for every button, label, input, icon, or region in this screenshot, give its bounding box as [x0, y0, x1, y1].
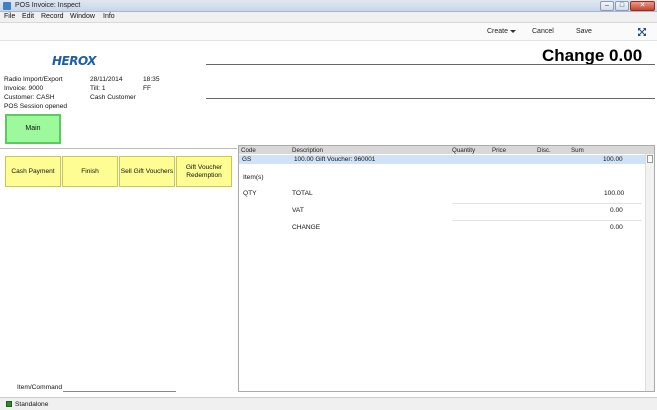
- finish-button[interactable]: Finish: [62, 156, 118, 187]
- header-divider: [206, 64, 655, 65]
- save-button[interactable]: Save: [576, 28, 592, 35]
- total-value: 100.00: [604, 190, 625, 197]
- till-code: FF: [143, 85, 152, 92]
- left-divider: [0, 148, 237, 149]
- header-divider-lower: [206, 98, 655, 99]
- col-disc[interactable]: Disc.: [537, 147, 551, 154]
- customer-code: Customer: CASH: [4, 94, 55, 101]
- col-description[interactable]: Description: [292, 147, 323, 154]
- row-code: GS: [242, 156, 252, 163]
- maximize-button[interactable]: □: [615, 1, 629, 11]
- status-indicator-icon: [6, 401, 12, 407]
- cancel-button[interactable]: Cancel: [532, 28, 554, 35]
- menu-bar: File Edit Record Window Info: [0, 12, 657, 23]
- menu-file[interactable]: File: [4, 13, 15, 20]
- scrollbar-thumb[interactable]: [647, 155, 653, 163]
- company-name: Radio Import/Export: [4, 76, 63, 83]
- company-logo: HEROX: [52, 55, 97, 68]
- vat-label: VAT: [292, 207, 304, 214]
- create-button[interactable]: Create: [487, 28, 517, 35]
- change-label: CHANGE: [292, 224, 321, 231]
- grid-header: Code Description Quantity Price Disc. Su…: [239, 146, 654, 154]
- toolbar: Create Cancel Save: [0, 23, 657, 41]
- grid-scrollbar[interactable]: [645, 154, 654, 391]
- invoice-items-grid: Code Description Quantity Price Disc. Su…: [238, 145, 655, 392]
- status-text: Standalone: [15, 401, 49, 408]
- minimize-button[interactable]: –: [600, 1, 614, 11]
- invoice-number: Invoice: 9000: [4, 85, 44, 92]
- menu-record[interactable]: Record: [41, 13, 64, 20]
- gift-voucher-redemption-button[interactable]: Gift Voucher Redemption: [176, 156, 232, 187]
- main-button[interactable]: Main: [5, 114, 61, 144]
- chevron-down-icon: [510, 29, 517, 33]
- table-row[interactable]: GS 100.00 Gift Voucher: 960001 100.00: [239, 155, 645, 164]
- col-sum[interactable]: Sum: [571, 147, 584, 154]
- close-button[interactable]: ✕: [630, 1, 655, 11]
- menu-window[interactable]: Window: [70, 13, 95, 20]
- qty-label: QTY: [243, 190, 257, 197]
- sell-gift-vouchers-button[interactable]: Sell Gift Vouchers: [119, 156, 175, 187]
- menu-edit[interactable]: Edit: [22, 13, 34, 20]
- summary-divider: [452, 220, 642, 221]
- invoice-date: 28/11/2014: [90, 76, 123, 83]
- customer-name: Cash Customer: [90, 94, 136, 101]
- col-quantity[interactable]: Quantity: [452, 147, 475, 154]
- row-sum: 100.00: [603, 156, 623, 163]
- change-display: Change 0.00: [542, 46, 643, 65]
- col-price[interactable]: Price: [492, 147, 506, 154]
- row-description: 100.00 Gift Voucher: 960001: [294, 156, 376, 163]
- change-value: 0.00: [610, 224, 623, 231]
- total-label: TOTAL: [292, 190, 313, 197]
- command-input[interactable]: [63, 383, 176, 392]
- vat-value: 0.00: [610, 207, 623, 214]
- menu-info[interactable]: Info: [103, 13, 115, 20]
- invoice-time: 18:35: [143, 76, 160, 83]
- summary-divider: [452, 203, 642, 204]
- title-bar: POS Invoice: Inspect – □ ✕: [0, 0, 657, 12]
- app-icon: [3, 2, 11, 10]
- till-number: Till: 1: [90, 85, 106, 92]
- create-label: Create: [487, 28, 509, 35]
- cash-payment-button[interactable]: Cash Payment: [5, 156, 61, 187]
- col-code[interactable]: Code: [241, 147, 256, 154]
- status-bar: Standalone: [0, 397, 657, 410]
- session-status: POS Session opened: [4, 103, 68, 110]
- window-title: POS Invoice: Inspect: [15, 2, 81, 9]
- command-label: Item/Command: [17, 384, 63, 391]
- items-label: Item(s): [243, 174, 264, 181]
- expand-icon[interactable]: [638, 28, 646, 36]
